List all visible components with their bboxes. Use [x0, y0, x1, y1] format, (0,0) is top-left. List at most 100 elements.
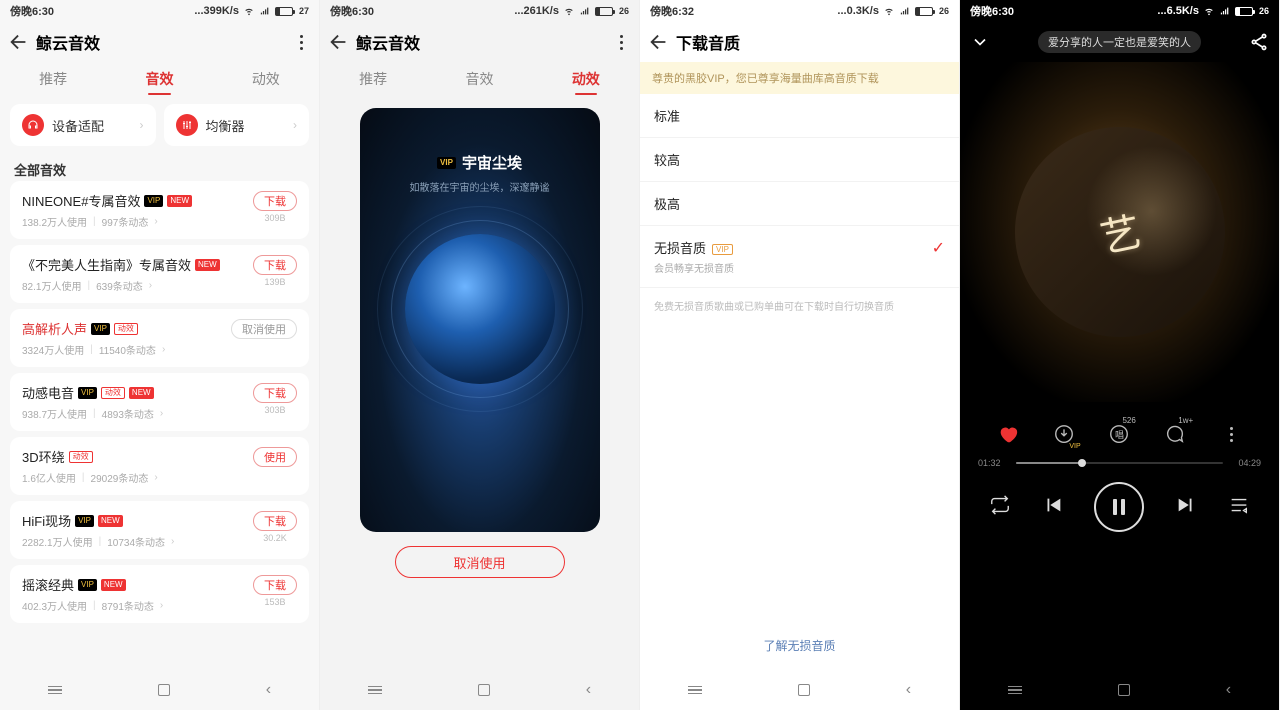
signal-icon — [1219, 6, 1231, 16]
tabs: 推荐 音效 动效 — [0, 62, 319, 96]
system-nav: ‹ — [960, 670, 1279, 710]
nav-back-icon[interactable]: ‹ — [906, 681, 911, 699]
tab-motion[interactable]: 动效 — [572, 69, 600, 89]
effect-item[interactable]: 摇滚经典VIPNEW 402.3万人使用|8791条动态› 下载153B — [10, 565, 309, 623]
signal-icon — [259, 6, 271, 16]
effect-item[interactable]: 《不完美人生指南》专属音效NEW 82.1万人使用|639条动态› 下载139B — [10, 245, 309, 303]
like-button[interactable] — [991, 420, 1025, 448]
effect-name: 3D环绕 — [22, 447, 65, 466]
equalizer-icon — [176, 114, 198, 136]
section-title: 全部音效 — [0, 154, 319, 181]
nav-back-icon[interactable]: ‹ — [1226, 681, 1231, 699]
nav-home-icon[interactable] — [158, 684, 170, 696]
nav-home-icon[interactable] — [478, 684, 490, 696]
back-icon[interactable] — [8, 31, 30, 53]
check-icon: ✓ — [932, 238, 945, 258]
quality-lossless[interactable]: 无损音质VIP 会员畅享无损音质 ✓ — [640, 226, 959, 288]
nav-menu-icon[interactable] — [1008, 686, 1022, 695]
tab-recommend[interactable]: 推荐 — [359, 69, 387, 89]
battery-icon — [915, 7, 933, 16]
system-nav: ‹ — [640, 670, 959, 710]
dx-badge: 动效 — [114, 323, 138, 335]
effect-item[interactable]: 高解析人声VIP动效 3324万人使用|11540条动态› 取消使用 — [10, 309, 309, 367]
tab-sound[interactable]: 音效 — [465, 69, 493, 89]
new-badge: NEW — [195, 259, 220, 271]
nav-menu-icon[interactable] — [688, 686, 702, 695]
nav-menu-icon[interactable] — [48, 686, 62, 695]
more-button[interactable] — [1214, 420, 1248, 448]
effect-item[interactable]: HiFi现场VIPNEW 2282.1万人使用|10734条动态› 下载30.2… — [10, 501, 309, 559]
dx-badge: 动效 — [69, 451, 93, 463]
action-button[interactable]: 下载 — [253, 255, 297, 275]
nav-menu-icon[interactable] — [368, 686, 382, 695]
back-icon[interactable] — [648, 31, 670, 53]
nav-back-icon[interactable]: ‹ — [266, 681, 271, 699]
album-disc: 艺 — [1015, 127, 1225, 337]
effect-card[interactable]: VIP宇宙尘埃 如散落在宇宙的尘埃，深邃静谧 — [360, 108, 600, 532]
play-pause-button[interactable] — [1094, 482, 1144, 532]
nav-back-icon[interactable]: ‹ — [586, 681, 591, 699]
back-icon[interactable] — [328, 31, 350, 53]
quality-standard[interactable]: 标准 — [640, 94, 959, 138]
quality-max[interactable]: 极高 — [640, 182, 959, 226]
vip-badge: VIP — [144, 195, 163, 207]
vip-badge: VIP — [91, 323, 110, 335]
device-adapt-button[interactable]: 设备适配› — [10, 104, 156, 146]
banner-pill[interactable]: 爱分享的人一定也是爱笑的人 — [1038, 31, 1201, 53]
net-speed: ...399K/s — [194, 5, 239, 17]
collapse-icon[interactable] — [970, 32, 990, 52]
equalizer-button[interactable]: 均衡器› — [164, 104, 310, 146]
loop-button[interactable] — [989, 494, 1011, 521]
share-icon[interactable] — [1249, 32, 1269, 52]
effect-item[interactable]: NINEONE#专属音效VIPNEW 138.2万人使用|997条动态› 下载3… — [10, 181, 309, 239]
comment-button[interactable]: 1w+ — [1158, 420, 1192, 448]
wifi-icon — [1203, 6, 1215, 16]
vip-badge: VIP — [78, 579, 97, 591]
wifi-icon — [563, 6, 575, 16]
vip-badge: VIP — [712, 244, 733, 255]
wifi-icon — [883, 6, 895, 16]
action-button[interactable]: 下载 — [253, 575, 297, 595]
battery-icon — [1235, 7, 1253, 16]
download-quality-screen: 傍晚6:32 ...0.3K/s 26 下载音质 尊贵的黑胶VIP，您已尊享海量… — [640, 0, 960, 710]
action-button[interactable]: 下载 — [253, 383, 297, 403]
effect-item[interactable]: 动感电音VIP动效NEW 938.7万人使用|4893条动态› 下载303B — [10, 373, 309, 431]
nav-home-icon[interactable] — [798, 684, 810, 696]
action-button[interactable]: 下载 — [253, 191, 297, 211]
prev-button[interactable] — [1042, 494, 1064, 521]
quality-higher[interactable]: 较高 — [640, 138, 959, 182]
action-button[interactable]: 使用 — [253, 447, 297, 467]
nav-home-icon[interactable] — [1118, 684, 1130, 696]
tab-recommend[interactable]: 推荐 — [39, 69, 67, 89]
new-badge: NEW — [129, 387, 154, 399]
action-button[interactable]: 取消使用 — [231, 319, 297, 339]
system-nav: ‹ — [320, 670, 639, 710]
more-icon[interactable] — [291, 35, 311, 50]
page-title: 鲸云音效 — [36, 30, 291, 54]
effect-name: 高解析人声 — [22, 319, 87, 338]
effect-visual — [405, 234, 555, 384]
sing-button[interactable]: 唱526 — [1102, 420, 1136, 448]
effect-name: 动感电音 — [22, 383, 74, 402]
effect-name: 《不完美人生指南》专属音效 — [22, 255, 191, 274]
album-art-area[interactable]: 艺 — [960, 62, 1279, 402]
tab-sound[interactable]: 音效 — [145, 69, 173, 89]
cancel-use-button[interactable]: 取消使用 — [395, 546, 565, 578]
action-button[interactable]: 下载 — [253, 511, 297, 531]
battery-icon — [275, 7, 293, 16]
new-badge: NEW — [98, 515, 123, 527]
next-button[interactable] — [1175, 494, 1197, 521]
more-icon[interactable] — [611, 35, 631, 50]
playlist-button[interactable] — [1228, 494, 1250, 521]
status-bar: 傍晚6:30 ...261K/s 26 — [320, 0, 639, 22]
learn-lossless-link[interactable]: 了解无损音质 — [640, 637, 959, 654]
file-size: 303B — [264, 405, 285, 415]
vip-badge: VIP — [437, 157, 456, 169]
status-time: 傍晚6:30 — [10, 3, 54, 19]
battery-icon — [595, 7, 613, 16]
system-nav: ‹ — [0, 670, 319, 710]
download-button[interactable]: VIP — [1047, 420, 1081, 448]
tab-motion[interactable]: 动效 — [252, 69, 280, 89]
effect-item[interactable]: 3D环绕动效 1.6亿人使用|29029条动态› 使用 — [10, 437, 309, 495]
progress-bar[interactable]: 01:32 04:29 — [960, 454, 1279, 468]
